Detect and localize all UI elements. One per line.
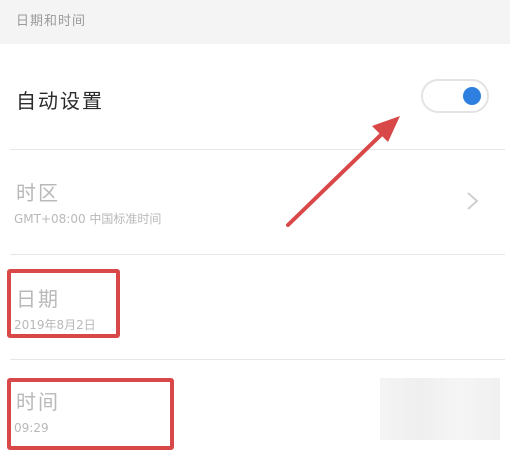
toggle-knob <box>463 87 481 105</box>
chevron-right-icon <box>467 192 479 210</box>
auto-setting-toggle[interactable] <box>421 79 489 113</box>
section-header: 日期和时间 <box>0 0 510 44</box>
annotation-arrow-icon <box>286 116 400 227</box>
time-zone-value: GMT+08:00 中国标准时间 <box>14 212 162 226</box>
time-highlight-box <box>7 378 174 450</box>
date-highlight-box <box>7 269 120 338</box>
blurred-region <box>380 378 500 440</box>
section-header-label: 日期和时间 <box>16 14 87 29</box>
time-zone-row[interactable]: 时区 GMT+08:00 中国标准时间 <box>0 150 510 254</box>
time-zone-label: 时区 <box>16 181 60 205</box>
auto-setting-label: 自动设置 <box>16 89 104 113</box>
